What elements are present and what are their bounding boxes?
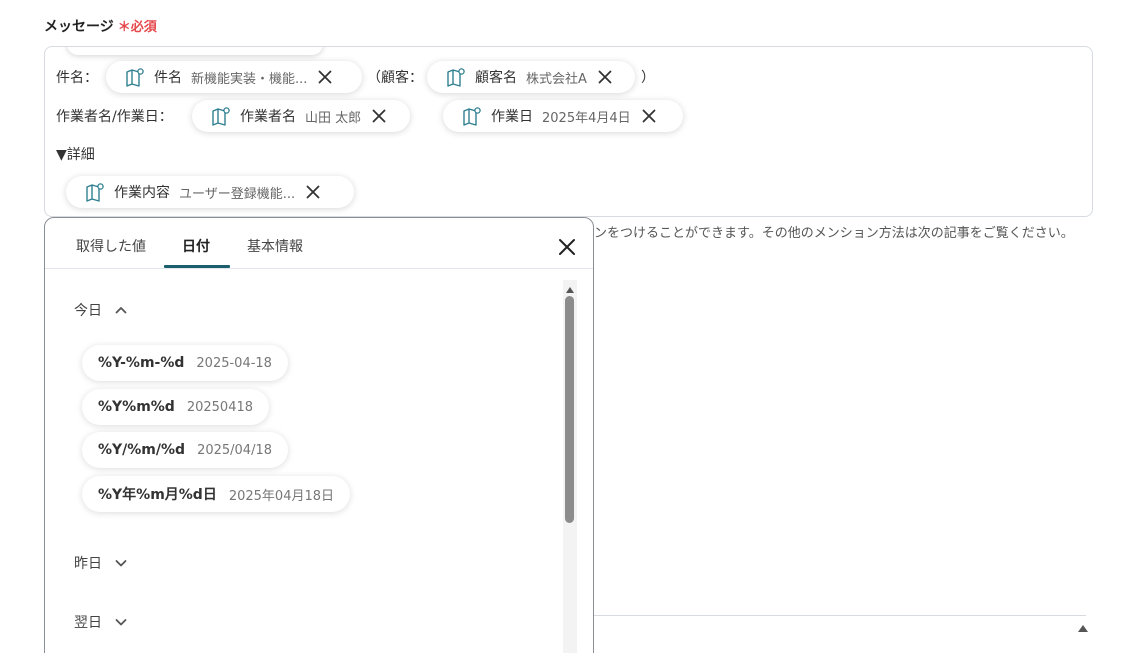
picker-tabs: 取得した値 日付 基本情報 <box>45 218 593 269</box>
format-example: 2025-04-18 <box>196 355 272 371</box>
book-tag-icon <box>461 106 483 126</box>
active-tab-indicator <box>164 265 230 268</box>
chip-name: 件名 <box>154 70 182 86</box>
chip-name: 作業内容 <box>114 185 170 201</box>
chip-subject[interactable]: 件名 新機能実装・機能... <box>106 61 362 93</box>
scroll-up-arrow-icon[interactable] <box>1077 618 1089 637</box>
chip-work-content[interactable]: 作業内容 ユーザー登録機能... <box>66 176 354 208</box>
section-label: 昨日 <box>74 556 102 572</box>
chip-work-date[interactable]: 作業日 2025年4月4日 <box>443 100 683 132</box>
close-icon[interactable] <box>315 67 335 87</box>
close-icon[interactable] <box>639 106 659 126</box>
required-mark: ＊必須 <box>117 20 157 35</box>
subject-prefix: 件名： <box>56 70 98 86</box>
chip-value: ユーザー登録機能... <box>179 186 296 202</box>
section-today[interactable]: 今日 <box>74 300 128 320</box>
tab-date[interactable]: 日付 <box>182 236 210 256</box>
format-example: 2025年04月18日 <box>228 488 335 504</box>
tab-basic-info[interactable]: 基本情報 <box>247 236 303 256</box>
book-tag-icon <box>445 67 467 87</box>
date-format-option[interactable]: %Y%m%d 20250418 <box>82 389 270 425</box>
close-icon[interactable] <box>369 106 389 126</box>
format-example: 2025/04/18 <box>197 442 272 458</box>
chevron-up-icon <box>114 303 128 317</box>
chip-customer[interactable]: 顧客名 株式会社A <box>427 61 635 93</box>
date-format-option[interactable]: %Y/%m/%d 2025/04/18 <box>82 432 288 468</box>
close-icon[interactable] <box>555 235 579 259</box>
book-tag-icon <box>84 182 106 202</box>
scrollbar-thumb[interactable] <box>565 296 574 523</box>
next-field-border <box>594 615 1086 616</box>
chevron-down-icon <box>114 615 128 629</box>
chip-value: 山田 太郎 <box>305 110 362 126</box>
section-tomorrow[interactable]: 翌日 <box>74 612 128 632</box>
chip-worker[interactable]: 作業者名 山田 太郎 <box>192 100 410 132</box>
chevron-down-icon <box>114 556 128 570</box>
customer-suffix: ） <box>641 70 655 86</box>
details-heading: ▼詳細 <box>56 147 95 163</box>
chip-value: 株式会社A <box>526 71 587 87</box>
close-icon[interactable] <box>303 182 323 202</box>
message-editor[interactable]: 件名： 件名 新機能実装・機能... （顧客： 顧客名 株式会社A ） 作業者名… <box>44 46 1093 217</box>
field-label-text: メッセージ <box>44 19 114 35</box>
worker-prefix: 作業者名/作業日： <box>56 109 173 125</box>
close-icon[interactable] <box>595 67 615 87</box>
format-pattern: %Y/%m/%d <box>98 442 186 458</box>
section-label: 今日 <box>74 303 102 319</box>
date-format-option[interactable]: %Y-%m-%d 2025-04-18 <box>82 345 288 381</box>
tab-retrieved-values[interactable]: 取得した値 <box>76 236 146 256</box>
format-pattern: %Y%m%d <box>98 399 175 415</box>
format-pattern: %Y-%m-%d <box>98 355 185 371</box>
section-yesterday[interactable]: 昨日 <box>74 553 128 573</box>
chip-name: 顧客名 <box>475 70 517 86</box>
chip-name: 作業者名 <box>240 109 296 125</box>
book-tag-icon <box>210 106 232 126</box>
partially-scrolled-chip <box>67 47 323 55</box>
chip-value: 新機能実装・機能... <box>191 71 308 87</box>
section-label: 翌日 <box>74 615 102 631</box>
help-text: ンをつけることができます。その他のメンション方法は次の記事をご覧ください。 <box>594 226 1074 241</box>
chip-value: 2025年4月4日 <box>542 110 631 126</box>
format-pattern: %Y年%m月%d日 <box>98 487 217 503</box>
book-tag-icon <box>124 67 146 87</box>
format-example: 20250418 <box>186 399 254 415</box>
field-label: メッセージ ＊必須 <box>44 16 157 36</box>
value-picker-popup: 取得した値 日付 基本情報 今日 %Y-%m-%d 2025-04-18 %Y%… <box>44 217 594 653</box>
date-format-option[interactable]: %Y年%m月%d日 2025年04月18日 <box>82 476 351 512</box>
chip-name: 作業日 <box>491 109 533 125</box>
customer-prefix: （顧客： <box>367 70 423 86</box>
